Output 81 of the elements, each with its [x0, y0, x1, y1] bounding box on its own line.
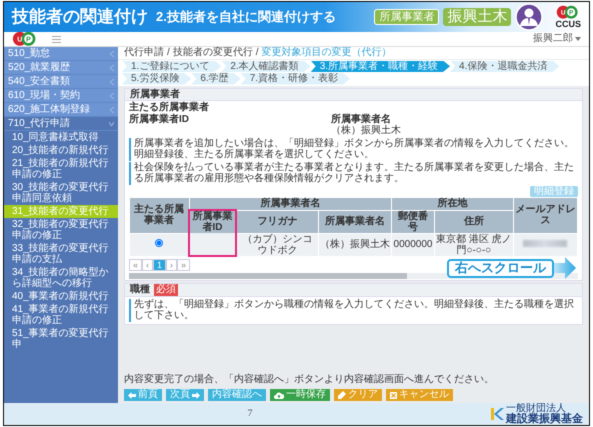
- sidebar-subitem[interactable]: 32_技能者の変更代行申請の修正: [4, 218, 118, 242]
- slide-title: 技能者の関連付け: [12, 7, 148, 27]
- right-arrow-icon: [554, 257, 576, 280]
- column-header: 郵便番号: [392, 210, 434, 233]
- info-note: 先ずは、「明細登録」ボタンから職種の情報を入力してください。明細登録後、主たる職種を選択して下さい。: [129, 298, 578, 322]
- affiliation-tag: 所属事業者: [374, 8, 440, 26]
- breadcrumb-link[interactable]: 技能者の変更代行: [172, 47, 253, 58]
- chevron-icon: [110, 92, 114, 98]
- action-button[interactable]: 内容確認へ: [208, 389, 266, 401]
- step-tab[interactable]: 2.本人確認書類: [221, 60, 311, 72]
- column-header: 住所: [434, 210, 514, 233]
- logo-caption: CCUS: [555, 20, 581, 29]
- menu-icon[interactable]: [52, 36, 61, 42]
- slide-subtitle: 2.技能者を自社に関連付けする: [156, 10, 336, 24]
- page-number: 7: [246, 408, 254, 420]
- arrow-right-icon: [192, 392, 200, 398]
- table-cell: 東京都 港区 虎ノ門○-○-○: [436, 234, 512, 256]
- breadcrumb-separator: /: [256, 47, 259, 58]
- breadcrumb-link[interactable]: 代行申請: [124, 47, 164, 58]
- column-header: 主たる所属事業者: [130, 198, 190, 233]
- sidebar-subitem[interactable]: 33_技能者の変更代行申請の支払: [4, 242, 118, 266]
- sidebar-subitem[interactable]: 30_技能者の変更代行申請同意依頼: [4, 181, 118, 205]
- step-tab[interactable]: 3.所属事業者・職種・経験: [310, 60, 450, 72]
- step-tab[interactable]: 6.学歴: [191, 73, 241, 84]
- arrow-left-icon: [128, 392, 136, 398]
- sidebar-subitem[interactable]: 10_同意書様式取得: [4, 131, 118, 144]
- action-button[interactable]: 一時保存: [270, 389, 330, 401]
- chevron-icon: [110, 78, 114, 84]
- column-header: メールアドレス: [513, 198, 578, 233]
- field-label: 所属事業者ID: [129, 114, 190, 126]
- page-link[interactable]: ‹: [142, 259, 154, 272]
- sidebar-subitem[interactable]: 34_技能者の簡略型から詳細型への移行: [4, 266, 118, 290]
- caret-icon: [575, 37, 581, 41]
- chevron-icon: [109, 122, 114, 126]
- column-header: 所在地: [392, 198, 514, 210]
- organization-name: 建設業振興基金: [506, 414, 583, 424]
- chevron-icon: [110, 64, 114, 70]
- organization-type: 一般財団法人: [506, 404, 566, 414]
- step-tab[interactable]: 1.ご登録について: [122, 60, 222, 72]
- field-label: 所属事業者名: [331, 114, 392, 124]
- step-tab[interactable]: 4.保険・退職金共済: [450, 60, 560, 72]
- section-title: 所属事業者: [130, 88, 180, 100]
- chevron-icon: [110, 50, 114, 56]
- sidebar-item[interactable]: 710_代行申請: [8, 118, 70, 129]
- step-tab[interactable]: 5.労災保険: [122, 73, 192, 84]
- breadcrumb-separator: /: [167, 47, 170, 58]
- page-link[interactable]: ›: [166, 259, 178, 272]
- foundation-logo-icon: [490, 407, 504, 421]
- field-value: （株）振興土木: [331, 125, 402, 136]
- scroll-hint-label: 右へスクロール: [447, 258, 554, 278]
- page-link[interactable]: 1: [153, 259, 166, 272]
- column-header: 所属事業者名: [189, 198, 392, 210]
- page-link[interactable]: «: [129, 259, 142, 272]
- sidebar-subitem[interactable]: 51_事業者の変更代行申: [4, 327, 118, 351]
- column-header: フリガナ: [236, 210, 319, 233]
- radio-button[interactable]: [155, 239, 164, 247]
- table-cell: 0000000: [394, 239, 432, 250]
- sidebar-subitem[interactable]: 20_技能者の新規代行: [4, 144, 118, 157]
- sidebar-subitem[interactable]: 21_技能者の新規代行申請の修正: [4, 157, 118, 181]
- cloud-upload-icon: [274, 392, 284, 398]
- sidebar-subitem[interactable]: 41_事業者の新規代行申請の修正: [4, 303, 118, 327]
- action-button[interactable]: 次頁: [166, 389, 204, 401]
- chevron-icon: [110, 106, 114, 112]
- field-label: 主たる所属事業者: [129, 102, 210, 114]
- page-link[interactable]: »: [177, 259, 190, 272]
- column-header: 所属事業者ID: [189, 210, 236, 233]
- close-icon: [390, 392, 397, 398]
- table-cell: （株）振興土木: [320, 239, 390, 250]
- table-cell: （カブ）シンコウドボク: [242, 234, 313, 256]
- step-tab[interactable]: 7.資格・研修・表彰: [240, 73, 350, 84]
- footer-note: 内容変更完了の場合、「内容確認へ」ボタンより内容確認画面へ進んでください。: [124, 374, 495, 385]
- info-note: 所属事業者を追加したい場合は、「明細登録」ボタンから所属事業者の情報を入力してください。明細登録後、主たる所属事業者を選択してください。: [129, 138, 578, 160]
- action-button[interactable]: 前頁: [124, 389, 162, 401]
- user-menu[interactable]: 振興二郎: [533, 33, 573, 45]
- eraser-icon: [338, 391, 346, 399]
- section-title: 職種: [130, 284, 150, 296]
- avatar-icon: [515, 3, 544, 31]
- column-header: 所属事業者名: [318, 210, 392, 233]
- required-badge: 必須: [154, 284, 178, 296]
- company-name: 振興土木: [443, 8, 512, 26]
- sidebar-subitem[interactable]: 40_事業者の新規代行: [4, 290, 118, 303]
